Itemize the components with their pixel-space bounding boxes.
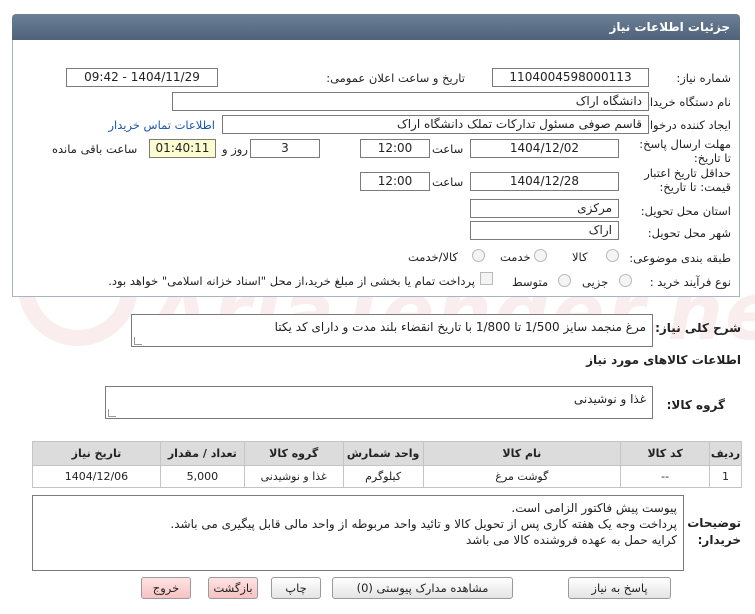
back-button[interactable]: بازگشت xyxy=(208,577,258,599)
column-header: ردیف xyxy=(709,441,742,466)
category-goods-service-label: کالا/خدمت xyxy=(408,250,459,264)
print-button[interactable]: چاپ xyxy=(271,577,321,599)
column-header: گروه کالا xyxy=(243,441,344,466)
buyer-notes-line: پیوست پیش فاکتور الزامی است. xyxy=(511,501,677,515)
need-number-label: شماره نیاز: xyxy=(676,71,731,85)
treasury-payment-checkbox[interactable] xyxy=(480,272,493,285)
price-validity-label: حداقل تاریخ اعتبار قیمت: تا تاریخ: xyxy=(644,166,731,194)
column-header: کد کالا xyxy=(620,441,711,466)
column-header: واحد شمارش xyxy=(342,441,424,466)
table-row: 1 -- گوشت مرغ کیلوگرم غذا و نوشیدنی 5,00… xyxy=(32,465,742,488)
buyer-notes-label: توضیحات خریدار: xyxy=(687,516,741,547)
province-label: استان محل تحویل: xyxy=(640,204,731,218)
category-goods-label: کالا xyxy=(572,250,588,264)
buyer-contact-link[interactable]: اطلاعات تماس خریدار xyxy=(108,118,215,132)
reply-button[interactable]: پاسخ به نیاز xyxy=(568,577,671,599)
buyer-org-label: نام دستگاه خریدار: xyxy=(640,95,731,109)
buyer-org-field: دانشگاه اراک xyxy=(172,92,649,111)
table-cell: گوشت مرغ xyxy=(422,465,622,488)
goods-table: ردیف کد کالا نام کالا واحد شمارش گروه کا… xyxy=(32,441,742,488)
goods-group-textarea: غذا و نوشیدنی xyxy=(105,386,653,419)
price-validity-time: 12:00 xyxy=(360,172,430,191)
table-cell: غذا و نوشیدنی xyxy=(243,465,344,488)
table-cell: -- xyxy=(620,465,711,488)
goods-group-label: گروه کالا: xyxy=(666,398,725,412)
city-label: شهر محل تحویل: xyxy=(647,226,731,240)
days-label: روز و xyxy=(222,142,248,156)
reply-deadline-time: 12:00 xyxy=(360,139,430,158)
table-cell: کیلوگرم xyxy=(342,465,424,488)
province-field: مرکزی xyxy=(470,199,619,218)
goods-section-title: اطلاعات کالاهای مورد نیاز xyxy=(586,353,741,367)
price-validity-date: 1404/12/28 xyxy=(470,172,619,191)
view-attachments-button[interactable]: مشاهده مدارک پیوستی (0) xyxy=(332,577,513,599)
process-medium-label: متوسط xyxy=(512,275,549,289)
summary-label: شرح کلی نیاز: xyxy=(655,321,741,335)
requester-field: قاسم صوفی مسئول تدارکات تملک دانشگاه ارا… xyxy=(222,115,649,134)
category-goods-service-radio[interactable] xyxy=(472,249,485,262)
process-minor-radio[interactable] xyxy=(619,274,632,287)
table-header-row: ردیف کد کالا نام کالا واحد شمارش گروه کا… xyxy=(32,441,742,466)
process-medium-radio[interactable] xyxy=(558,274,571,287)
treasury-payment-note: پرداخت تمام یا بخشی از مبلغ خرید،از محل … xyxy=(108,274,475,288)
column-header: تعداد / مقدار xyxy=(159,441,245,466)
goods-group-text: غذا و نوشیدنی xyxy=(573,392,646,406)
summary-textarea: مرغ منجمد سایز 1/500 تا 1/800 با تاریخ ا… xyxy=(131,314,653,347)
days-remaining-field: 3 xyxy=(250,139,320,158)
column-header: نام کالا xyxy=(422,441,622,466)
need-number-field: 1104004598000113 xyxy=(492,68,649,87)
process-type-label: نوع فرآیند خرید : xyxy=(649,275,731,289)
category-goods-radio[interactable] xyxy=(606,249,619,262)
reply-deadline-time-label: ساعت xyxy=(432,142,464,156)
reply-deadline-label: مهلت ارسال پاسخ: تا تاریخ: xyxy=(639,137,731,165)
category-label: طبقه بندی موضوعی: xyxy=(629,251,731,265)
resize-handle xyxy=(134,337,142,345)
remaining-time-field: 01:40:11 xyxy=(149,139,216,158)
announce-datetime-field: 1404/11/29 - 09:42 xyxy=(66,68,218,87)
buyer-notes-line: کرایه حمل به عهده فروشنده کالا می باشد xyxy=(465,533,677,547)
resize-handle xyxy=(108,409,116,417)
category-service-label: خدمت xyxy=(500,250,531,264)
table-cell: 1 xyxy=(709,465,742,488)
panel-header: جزئیات اطلاعات نیاز xyxy=(12,14,740,40)
reply-deadline-date: 1404/12/02 xyxy=(470,139,619,158)
city-field: اراک xyxy=(470,221,619,240)
announce-datetime-label: تاریخ و ساعت اعلان عمومی: xyxy=(326,71,465,85)
category-service-radio[interactable] xyxy=(534,249,547,262)
table-cell: 5,000 xyxy=(159,465,245,488)
price-validity-time-label: ساعت xyxy=(432,175,464,189)
column-header: تاریخ نیاز xyxy=(32,441,161,466)
buyer-notes-line: پرداخت وجه یک هفته کاری پس از تحویل کالا… xyxy=(170,517,677,531)
process-minor-label: جزیی xyxy=(582,275,609,289)
remaining-time-label: ساعت باقی مانده xyxy=(52,142,138,156)
exit-button[interactable]: خروج xyxy=(141,577,191,599)
buyer-notes-textarea: پیوست پیش فاکتور الزامی است. پرداخت وجه … xyxy=(32,495,684,571)
summary-text: مرغ منجمد سایز 1/500 تا 1/800 با تاریخ ا… xyxy=(274,320,646,334)
table-cell: 1404/12/06 xyxy=(32,465,161,488)
